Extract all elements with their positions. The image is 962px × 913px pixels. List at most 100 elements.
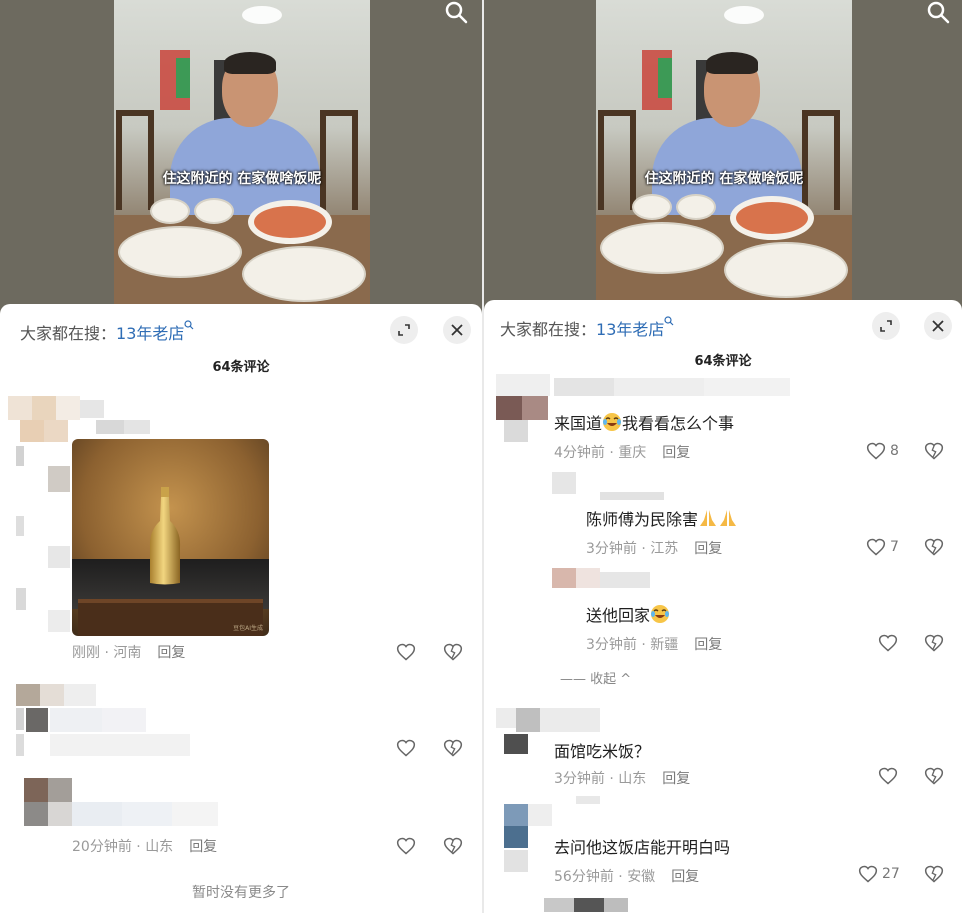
- expand-icon: [398, 324, 410, 336]
- person-hair: [224, 52, 276, 74]
- comment-meta: 3分钟前 · 江苏 回复: [586, 538, 722, 558]
- hot-search-prefix: 大家都在搜：: [20, 324, 117, 343]
- broken-heart-icon[interactable]: [924, 864, 944, 884]
- search-icon[interactable]: [926, 0, 950, 24]
- comment-time: 3分钟前: [586, 541, 637, 557]
- comment-text: 来国道 我看看怎么个事: [554, 410, 734, 434]
- video-player[interactable]: 住这附近的 在家做啥饭呢: [484, 0, 962, 320]
- video-player[interactable]: 住这附近的 在家做啥饭呢: [0, 0, 482, 320]
- meta-separator: ·: [604, 771, 619, 787]
- sheet-header: 大家都在搜：13年老店: [0, 304, 482, 356]
- crying-laugh-emoji-icon: [651, 605, 670, 623]
- comment-meta: 刚刚 · 河南 回复: [72, 642, 185, 662]
- reply-button[interactable]: 回复: [671, 869, 699, 885]
- plate: [724, 242, 848, 298]
- heart-outline-icon: [866, 538, 886, 556]
- video-caption: 住这附近的 在家做啥饭呢: [644, 171, 804, 187]
- blurred-avatar: [552, 568, 672, 590]
- chair: [802, 110, 840, 210]
- golden-bottle: [149, 487, 181, 585]
- close-button[interactable]: [924, 312, 952, 340]
- blurred-avatar: [8, 584, 70, 644]
- meta-separator: ·: [131, 839, 146, 855]
- broken-heart-icon[interactable]: [924, 537, 944, 557]
- comment-time: 刚刚: [72, 645, 100, 661]
- comment-location: 安徽: [627, 869, 656, 885]
- heart-outline-icon[interactable]: [396, 642, 416, 662]
- hot-search-keyword[interactable]: 13年老店: [116, 324, 184, 343]
- comment-time: 20分钟前: [72, 839, 132, 855]
- comment-text: 送他回家: [586, 602, 670, 626]
- reply-button[interactable]: 回复: [662, 445, 690, 461]
- comment-count: 64条评论: [694, 354, 752, 369]
- reply-button[interactable]: 回复: [694, 541, 722, 557]
- video-caption: 住这附近的 在家做啥饭呢: [162, 171, 322, 187]
- comment-image-bottle[interactable]: 豆包AI生成: [72, 439, 269, 636]
- heart-outline-icon[interactable]: [396, 836, 416, 856]
- mini-search-icon: [664, 316, 674, 326]
- comment-location: 山东: [145, 839, 174, 855]
- broken-heart-icon[interactable]: [924, 766, 944, 786]
- plate: [600, 222, 724, 274]
- reply-button[interactable]: 回复: [694, 637, 722, 653]
- no-more-text: 暂时没有更多了: [192, 885, 290, 901]
- chair: [598, 110, 636, 210]
- heart-outline-icon[interactable]: [396, 738, 416, 758]
- comment-meta: 3分钟前 · 新疆 回复: [586, 634, 722, 654]
- blurred-avatar: [552, 472, 672, 502]
- comment-text: 去问他这饭店能开明白吗: [554, 838, 731, 857]
- expand-button[interactable]: [390, 316, 418, 344]
- hot-search[interactable]: 大家都在搜：13年老店: [500, 316, 674, 340]
- blurred-comment: [24, 778, 224, 830]
- comment-meta: 4分钟前 · 重庆 回复: [554, 442, 690, 462]
- comment-meta: 56分钟前 · 安徽 回复: [554, 866, 699, 886]
- hot-search-prefix: 大家都在搜：: [500, 320, 597, 339]
- comment-sheet: 大家都在搜：13年老店 64条评论 来国道 我看看怎么个事 4分钟前 · 重庆 回复: [484, 300, 962, 913]
- heart-outline-icon[interactable]: [878, 633, 898, 653]
- expand-button[interactable]: [872, 312, 900, 340]
- hot-search-keyword[interactable]: 13年老店: [596, 320, 664, 339]
- like-button[interactable]: 7: [866, 537, 899, 557]
- comment-text-part: 陈师傅为民除害: [586, 510, 699, 529]
- ceiling-lamp: [724, 6, 764, 24]
- close-button[interactable]: [443, 316, 471, 344]
- like-count: 7: [890, 539, 899, 555]
- like-button[interactable]: 8: [866, 441, 899, 461]
- blurred-comment: [544, 898, 634, 913]
- comment-location: 河南: [113, 645, 142, 661]
- meta-separator: ·: [636, 637, 651, 653]
- reply-button[interactable]: 回复: [157, 645, 185, 661]
- person-hair: [706, 52, 758, 74]
- comment-time: 4分钟前: [554, 445, 605, 461]
- like-count: 27: [882, 866, 900, 882]
- broken-heart-icon[interactable]: [924, 441, 944, 461]
- meta-separator: ·: [636, 541, 651, 557]
- broken-heart-icon[interactable]: [443, 836, 463, 856]
- image-watermark: 豆包AI生成: [233, 625, 263, 632]
- reply-button[interactable]: 回复: [662, 771, 690, 787]
- left-screenshot: 住这附近的 在家做啥饭呢 大家都在搜：13年老店 64条评论 豆包AI生成 刚刚…: [0, 0, 482, 913]
- comment-text-part: 送他回家: [586, 606, 651, 625]
- sheet-header: 大家都在搜：13年老店: [484, 300, 962, 352]
- broken-heart-icon[interactable]: [443, 642, 463, 662]
- broken-heart-icon[interactable]: [443, 738, 463, 758]
- heart-outline-icon[interactable]: [878, 766, 898, 786]
- ceiling-lamp: [242, 6, 282, 24]
- comment-meta: 20分钟前 · 山东 回复: [72, 836, 217, 856]
- praying-hands-emoji-icon: [720, 510, 737, 526]
- comment-sheet: 大家都在搜：13年老店 64条评论 豆包AI生成 刚刚 · 河南 回复 20分钟…: [0, 304, 482, 913]
- broken-heart-icon[interactable]: [924, 633, 944, 653]
- meta-separator: ·: [613, 869, 628, 885]
- like-button[interactable]: 27: [858, 864, 900, 884]
- meta-separator: ·: [604, 445, 619, 461]
- collapse-button[interactable]: —— 收起 ^: [560, 668, 631, 687]
- hot-search[interactable]: 大家都在搜：13年老店: [20, 320, 194, 344]
- close-icon: [451, 324, 463, 336]
- rice-bowl: [194, 198, 234, 224]
- comment-location: 新疆: [650, 637, 679, 653]
- search-icon[interactable]: [444, 0, 468, 24]
- chair: [116, 110, 154, 210]
- comment-text: 陈师傅为民除害: [586, 506, 738, 530]
- heart-outline-icon: [858, 865, 878, 883]
- reply-button[interactable]: 回复: [189, 839, 217, 855]
